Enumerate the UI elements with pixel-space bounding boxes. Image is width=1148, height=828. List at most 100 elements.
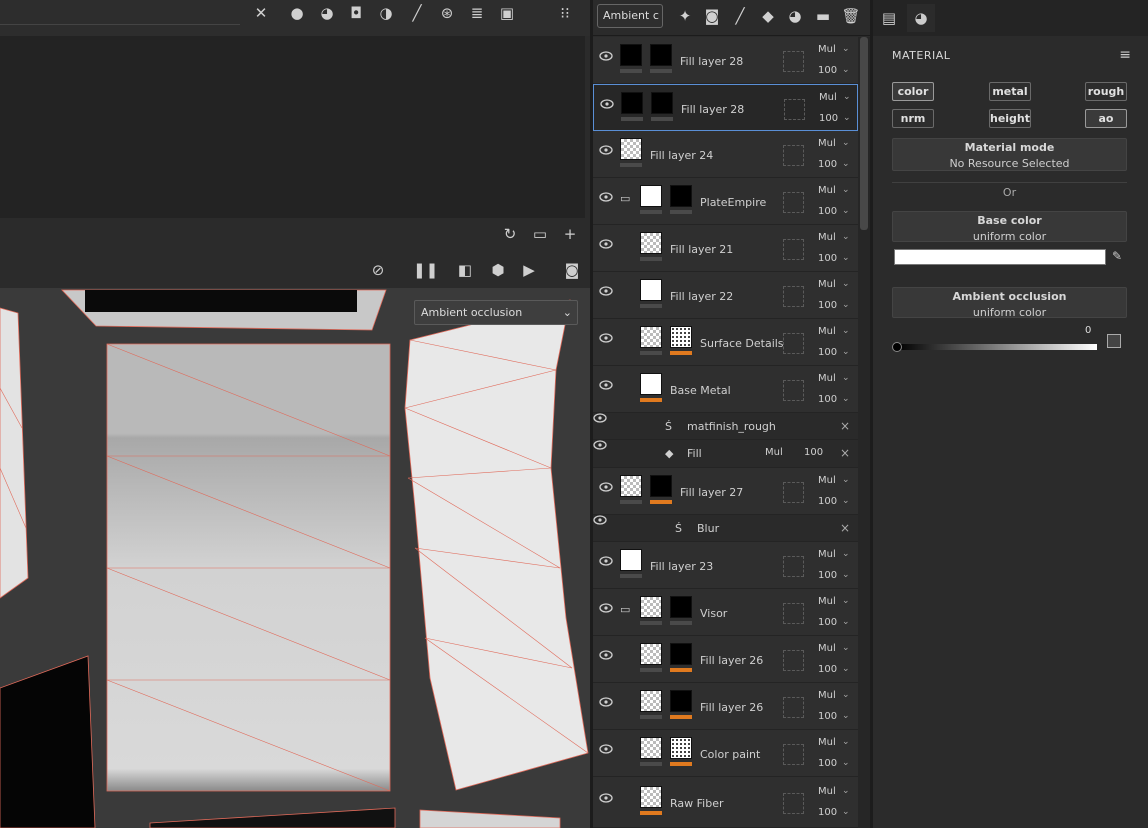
- opacity-select[interactable]: 100 ⌄: [818, 711, 850, 722]
- layer-row[interactable]: Fill layer 21 Mul ⌄ 100 ⌄: [593, 225, 858, 272]
- layer-toggle-box[interactable]: [783, 697, 804, 718]
- layer-thumbnail[interactable]: [640, 690, 662, 712]
- channel-ao-button[interactable]: ao: [1085, 109, 1127, 128]
- search-field[interactable]: [0, 3, 240, 25]
- blend-channel-select[interactable]: Ambient c: [597, 4, 663, 28]
- layer-thumbnail[interactable]: [640, 596, 662, 618]
- layer-row[interactable]: Fill layer 22 Mul ⌄ 100 ⌄: [593, 272, 858, 319]
- layer-row[interactable]: ▭ PlateEmpire Mul ⌄ 100 ⌄: [593, 178, 858, 225]
- eye-icon[interactable]: [599, 380, 613, 390]
- blend-mode-select[interactable]: Mul ⌄: [818, 596, 850, 607]
- layer-thumbnail[interactable]: [620, 549, 642, 571]
- blend-mode-select[interactable]: Mul ⌄: [818, 185, 850, 196]
- effect-row[interactable]: ◆ Fill × Mul 100: [593, 440, 858, 468]
- scroll-thumb[interactable]: [860, 37, 868, 230]
- layer-row[interactable]: Fill layer 24 Mul ⌄ 100 ⌄: [593, 131, 858, 178]
- eye-icon[interactable]: [599, 697, 613, 707]
- camera-icon[interactable]: ▶: [520, 261, 538, 279]
- random-icon[interactable]: [1107, 334, 1121, 348]
- trash-icon[interactable]: 🗑: [841, 6, 861, 26]
- layer-scrollbar[interactable]: [858, 37, 870, 828]
- layer-thumbnail[interactable]: [640, 232, 662, 254]
- blend-mode-select[interactable]: Mul ⌄: [818, 475, 850, 486]
- mask-icon[interactable]: ◕: [785, 6, 805, 26]
- layer-row[interactable]: ▭ Visor Mul ⌄ 100 ⌄: [593, 589, 858, 636]
- layer-toggle-box[interactable]: [783, 239, 804, 260]
- grid-menu-icon[interactable]: ⁝⁝: [556, 4, 574, 22]
- magic-wand-icon[interactable]: ✦: [675, 6, 695, 26]
- sphere-icon[interactable]: ●: [288, 4, 306, 22]
- layer-row[interactable]: Surface Details Mul ⌄ 100 ⌄: [593, 319, 858, 366]
- square-icon[interactable]: ◘: [347, 4, 365, 22]
- layer-thumbnail[interactable]: [620, 44, 642, 66]
- layer-thumbnail[interactable]: [640, 373, 662, 395]
- base-color-picker[interactable]: Base color uniform color: [892, 211, 1127, 243]
- blend-mode-select[interactable]: Mul ⌄: [818, 232, 850, 243]
- opacity-select[interactable]: 100 ⌄: [818, 664, 850, 675]
- layer-thumbnail[interactable]: [620, 138, 642, 160]
- blend-mode-select[interactable]: Mul ⌄: [818, 786, 850, 797]
- opacity-select[interactable]: 100 ⌄: [818, 253, 850, 264]
- menu-icon[interactable]: ≡: [1119, 47, 1131, 63]
- eye-icon[interactable]: [599, 51, 613, 61]
- eye-icon[interactable]: [600, 99, 614, 109]
- pause-icon[interactable]: ❚❚: [413, 261, 438, 279]
- blend-mode-select[interactable]: Mul ⌄: [818, 690, 850, 701]
- opacity-select[interactable]: 100 ⌄: [818, 496, 850, 507]
- opacity-select[interactable]: 100 ⌄: [818, 206, 850, 217]
- layer-row[interactable]: Fill layer 26 Mul ⌄ 100 ⌄: [593, 636, 858, 683]
- effect-blend[interactable]: Mul: [765, 447, 783, 458]
- layer-toggle-box[interactable]: [783, 603, 804, 624]
- properties-tab-icon[interactable]: ▤: [875, 4, 903, 32]
- blend-mode-select[interactable]: Mul ⌄: [818, 279, 850, 290]
- opacity-select[interactable]: 100 ⌄: [818, 617, 850, 628]
- symmetry-icon[interactable]: ◧: [456, 261, 474, 279]
- opacity-select[interactable]: 100 ⌄: [818, 758, 850, 769]
- cube-icon[interactable]: ⬢: [489, 261, 507, 279]
- blend-mode-select[interactable]: Mul ⌄: [818, 373, 850, 384]
- metal-sphere-icon[interactable]: ◕: [318, 4, 336, 22]
- reset-icon[interactable]: ↻: [501, 225, 519, 243]
- brush-icon[interactable]: ╱: [408, 4, 426, 22]
- mask-thumbnail[interactable]: [650, 475, 672, 497]
- opacity-select[interactable]: 100 ⌄: [819, 113, 851, 124]
- layer-thumbnail[interactable]: [640, 737, 662, 759]
- close-icon[interactable]: ✕: [252, 4, 270, 22]
- layer-row[interactable]: Fill layer 28 Mul ⌄ 100 ⌄: [593, 37, 858, 84]
- channel-select[interactable]: Ambient occlusion ⌄: [414, 300, 578, 325]
- opacity-select[interactable]: 100 ⌄: [818, 570, 850, 581]
- layer-row[interactable]: Color paint Mul ⌄ 100 ⌄: [593, 730, 858, 777]
- eye-icon[interactable]: [599, 556, 613, 566]
- layer-row[interactable]: Fill layer 23 Mul ⌄ 100 ⌄: [593, 542, 858, 589]
- mask-thumbnail[interactable]: [670, 737, 692, 759]
- smart-material-icon[interactable]: ◙: [702, 6, 722, 26]
- blend-mode-select[interactable]: Mul ⌄: [818, 643, 850, 654]
- mask-thumbnail[interactable]: [670, 643, 692, 665]
- eye-icon[interactable]: [599, 603, 613, 613]
- opacity-select[interactable]: 100 ⌄: [818, 347, 850, 358]
- mask-thumbnail[interactable]: [651, 92, 673, 114]
- blend-mode-select[interactable]: Mul ⌄: [818, 326, 850, 337]
- mask-thumbnail[interactable]: [670, 690, 692, 712]
- layer-toggle-box[interactable]: [783, 482, 804, 503]
- eye-icon[interactable]: [599, 744, 613, 754]
- layer-thumbnail[interactable]: [640, 643, 662, 665]
- ao-slider-value[interactable]: 0: [1085, 325, 1091, 336]
- blend-mode-select[interactable]: Mul ⌄: [818, 138, 850, 149]
- layer-toggle-box[interactable]: [783, 650, 804, 671]
- mask-thumbnail[interactable]: [670, 185, 692, 207]
- blend-mode-select[interactable]: Mul ⌄: [818, 737, 850, 748]
- folder-icon[interactable]: ▬: [813, 6, 833, 26]
- layer-thumbnail[interactable]: [640, 326, 662, 348]
- channel-color-button[interactable]: color: [892, 82, 934, 101]
- mask-thumbnail[interactable]: [670, 596, 692, 618]
- add-icon[interactable]: +: [561, 225, 579, 243]
- opacity-select[interactable]: 100 ⌄: [818, 159, 850, 170]
- layer-toggle-box[interactable]: [783, 145, 804, 166]
- ambient-occlusion-picker[interactable]: Ambient occlusion uniform color: [892, 287, 1127, 319]
- blend-mode-select[interactable]: Mul ⌄: [818, 44, 850, 55]
- window-icon[interactable]: ▭: [531, 225, 549, 243]
- opacity-select[interactable]: 100 ⌄: [818, 394, 850, 405]
- blend-mode-select[interactable]: Mul ⌄: [818, 549, 850, 560]
- effect-row[interactable]: Śmatfinish_rough ×: [593, 413, 858, 440]
